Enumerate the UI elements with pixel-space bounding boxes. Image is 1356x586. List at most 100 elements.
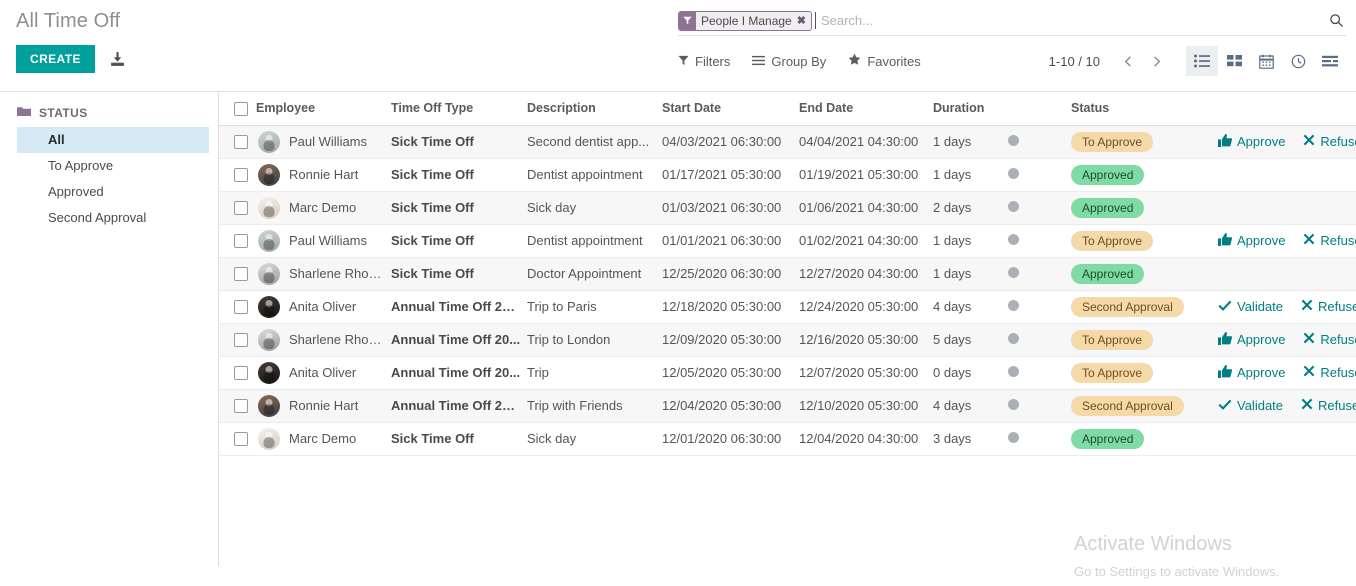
column-header-duration[interactable]: Duration (933, 92, 1007, 126)
table-row[interactable]: Anita Oliver Annual Time Off 20... Trip 12/… (219, 356, 1356, 390)
cell-status: Second Approval (1071, 290, 1218, 324)
thumbs-up-icon (1218, 232, 1233, 249)
filters-menu[interactable]: Filters (678, 54, 730, 69)
column-header-description[interactable]: Description (527, 92, 662, 126)
gantt-icon[interactable] (1314, 46, 1346, 76)
create-button[interactable]: CREATE (16, 45, 95, 73)
approve-button[interactable]: Approve (1218, 232, 1285, 249)
download-icon[interactable] (109, 51, 126, 68)
validate-button[interactable]: Validate (1218, 299, 1283, 315)
cell-description: Trip to London (527, 323, 662, 357)
cell-start-date: 12/04/2020 05:30:00 (662, 389, 799, 423)
cell-employee: Ronnie Hart (256, 389, 391, 423)
select-all-checkbox[interactable] (234, 101, 248, 116)
cell-employee: Paul Williams (256, 125, 391, 159)
clock-icon[interactable] (1282, 46, 1314, 76)
table-row[interactable]: Marc Demo Sick Time Off Sick day 01/03/2021… (219, 191, 1356, 225)
star-icon (848, 53, 861, 69)
table-row[interactable]: Ronnie Hart Sick Time Off Dentist appointm… (219, 158, 1356, 192)
search-input[interactable] (814, 12, 1321, 29)
column-header-status[interactable]: Status (1071, 92, 1218, 126)
approve-button[interactable]: Approve (1218, 364, 1285, 381)
row-select-cell (219, 356, 256, 390)
cell-duration: 4 days (933, 389, 1007, 423)
approve-button[interactable]: Approve (1218, 133, 1285, 150)
refuse-button[interactable]: Refuse (1301, 299, 1356, 314)
avatar (258, 361, 280, 384)
cell-duration: 2 days (933, 191, 1007, 225)
column-header-employee[interactable]: Employee (256, 92, 391, 126)
favorites-menu[interactable]: Favorites (848, 53, 921, 69)
check-icon (1218, 398, 1232, 414)
refuse-button[interactable]: Refuse (1301, 398, 1356, 413)
table-row[interactable]: Anita Oliver Annual Time Off 2020 Trip to … (219, 290, 1356, 324)
row-checkbox[interactable] (234, 333, 248, 348)
cell-indicator (1007, 158, 1071, 192)
close-icon (1303, 134, 1315, 149)
sidebar-item-second-approval[interactable]: Second Approval (17, 205, 209, 231)
table-row[interactable]: Sharlene Rhodes Sick Time Off Doctor Appoi… (219, 257, 1356, 291)
close-icon[interactable]: ✖ (794, 11, 811, 30)
table-row[interactable]: Paul Williams Sick Time Off Dentist appoin… (219, 224, 1356, 258)
cell-end-date: 12/16/2020 05:30:00 (799, 323, 933, 357)
status-dot-icon (1008, 267, 1019, 278)
row-checkbox[interactable] (234, 234, 248, 249)
cell-time-off-type: Sick Time Off (391, 422, 527, 456)
column-header-actions (1218, 92, 1356, 126)
time-off-type-value: Sick Time Off (391, 200, 474, 215)
row-checkbox[interactable] (234, 168, 248, 183)
pager-next-button[interactable] (1142, 47, 1170, 75)
row-checkbox[interactable] (234, 366, 248, 381)
cell-start-date: 01/01/2021 06:30:00 (662, 224, 799, 258)
row-checkbox[interactable] (234, 135, 248, 150)
row-select-cell (219, 323, 256, 357)
refuse-button[interactable]: Refuse (1303, 332, 1356, 347)
cell-description: Doctor Appointment (527, 257, 662, 291)
cell-indicator (1007, 356, 1071, 390)
kanban-icon[interactable] (1218, 46, 1250, 76)
avatar (258, 229, 280, 252)
calendar-icon[interactable] (1250, 46, 1282, 76)
cell-end-date: 12/10/2020 05:30:00 (799, 389, 933, 423)
refuse-label: Refuse (1320, 365, 1356, 380)
search-bar[interactable]: People I Manage ✖ (678, 6, 1346, 36)
row-checkbox[interactable] (234, 399, 248, 414)
refuse-button[interactable]: Refuse (1303, 365, 1356, 380)
row-checkbox[interactable] (234, 432, 248, 447)
sidebar-item-to-approve[interactable]: To Approve (17, 153, 209, 179)
validate-button[interactable]: Validate (1218, 398, 1283, 414)
groupby-menu[interactable]: Group By (752, 54, 826, 69)
cell-indicator (1007, 389, 1071, 423)
row-select-cell (219, 125, 256, 159)
column-header-end-date[interactable]: End Date (799, 92, 933, 126)
row-checkbox[interactable] (234, 267, 248, 282)
cell-indicator (1007, 290, 1071, 324)
employee-name: Anita Oliver (289, 299, 357, 314)
sidebar-item-approved[interactable]: Approved (17, 179, 209, 205)
refuse-button[interactable]: Refuse (1303, 134, 1356, 149)
pager-previous-button[interactable] (1114, 47, 1142, 75)
column-header-time-off-type[interactable]: Time Off Type (391, 92, 527, 126)
time-off-type-value: Annual Time Off 2020 (391, 299, 521, 314)
table-row[interactable]: Paul Williams Sick Time Off Second dentist… (219, 125, 1356, 159)
cell-indicator (1007, 257, 1071, 291)
pager-counter[interactable]: 1-10 / 10 (1049, 54, 1100, 69)
search-icon[interactable] (1321, 13, 1346, 28)
row-checkbox[interactable] (234, 300, 248, 315)
column-header-blank (1007, 92, 1071, 126)
approve-button[interactable]: Approve (1218, 331, 1285, 348)
table-row[interactable]: Ronnie Hart Annual Time Off 2020 Trip with… (219, 389, 1356, 423)
refuse-button[interactable]: Refuse (1303, 233, 1356, 248)
close-icon (1303, 332, 1315, 347)
column-header-start-date[interactable]: Start Date (662, 92, 799, 126)
search-facet-people-i-manage[interactable]: People I Manage ✖ (678, 10, 812, 31)
avatar (258, 163, 280, 186)
sidebar-item-all[interactable]: All (17, 127, 209, 153)
table-row[interactable]: Marc Demo Sick Time Off Sick day 12/01/2020… (219, 422, 1356, 456)
validate-label: Validate (1237, 398, 1284, 413)
cell-duration: 1 days (933, 257, 1007, 291)
row-checkbox[interactable] (234, 201, 248, 216)
cell-end-date: 01/02/2021 04:30:00 (799, 224, 933, 258)
table-row[interactable]: Sharlene Rhodes Annual Time Off 20... Trip… (219, 323, 1356, 357)
list-icon[interactable] (1186, 46, 1218, 76)
